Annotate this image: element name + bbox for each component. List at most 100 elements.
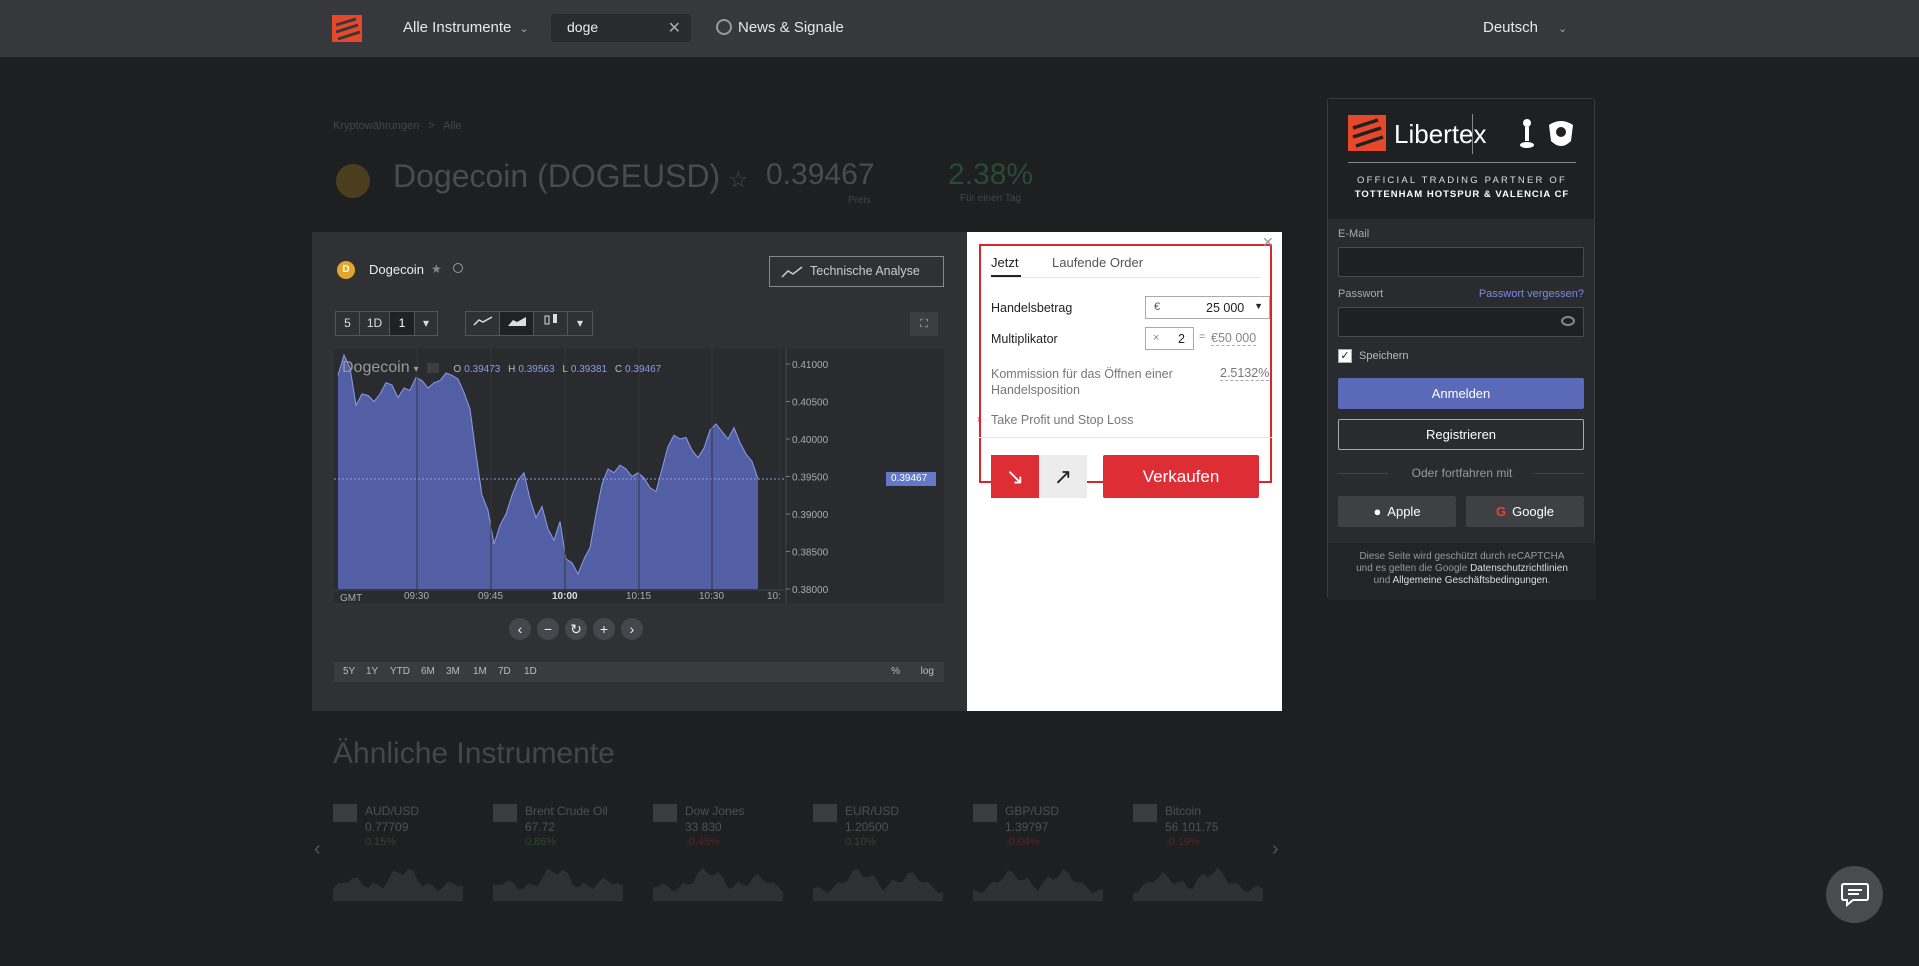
range-button[interactable]: 1D	[524, 666, 537, 677]
email-label: E-Mail	[1338, 228, 1370, 240]
x-tick-label: 10:	[767, 591, 781, 602]
sell-direction-button[interactable]: ↘	[991, 455, 1039, 498]
similar-instrument-card[interactable]: EUR/USD 1.20500 0.10%	[813, 804, 943, 904]
sparkline	[973, 869, 1103, 901]
close-icon[interactable]: ✕	[1262, 234, 1274, 251]
similar-instrument-card[interactable]: Dow Jones 33 830 -0.45%	[653, 804, 783, 904]
buy-direction-button[interactable]: ↗	[1039, 455, 1087, 498]
sell-button[interactable]: Verkaufen	[1103, 455, 1259, 498]
carousel-prev-icon[interactable]: ‹	[314, 838, 321, 861]
trend-chart-icon	[781, 266, 803, 278]
commission-value[interactable]: 2.5132%	[1220, 366, 1270, 381]
breadcrumb-all[interactable]: Alle	[443, 120, 461, 132]
chart-type-dropdown-icon[interactable]: ▾	[568, 312, 592, 335]
news-signals-link[interactable]: News & Signale	[716, 19, 844, 36]
zoom-out-icon[interactable]: −	[537, 618, 559, 640]
amount-select[interactable]: € 25 000 ▼	[1145, 296, 1270, 319]
google-login-button[interactable]: G Google	[1466, 496, 1584, 527]
range-button[interactable]: YTD	[390, 666, 410, 677]
candle-chart-icon[interactable]	[534, 312, 568, 335]
login-button[interactable]: Anmelden	[1338, 378, 1584, 409]
chevron-right-icon[interactable]: ›	[977, 414, 980, 425]
line-chart-icon[interactable]	[466, 312, 500, 335]
search-icon[interactable]	[453, 263, 463, 273]
chevron-down-icon[interactable]: ▾	[414, 364, 419, 375]
settings-square-icon[interactable]	[426, 363, 439, 373]
zoom-in-icon[interactable]: +	[593, 618, 615, 640]
technical-analysis-button[interactable]: Technische Analyse	[769, 256, 944, 287]
multiplier-label: Multiplikator	[991, 332, 1058, 346]
search-input[interactable]	[567, 19, 667, 35]
similar-change: -0.04%	[1005, 836, 1040, 848]
terms-link[interactable]: Allgemeine Geschäftsbedingungen	[1393, 575, 1548, 586]
similar-instrument-card[interactable]: Brent Crude Oil 67.72 0.86%	[493, 804, 623, 904]
carousel-next-icon[interactable]: ›	[1272, 838, 1279, 861]
chart-series-name[interactable]: Dogecoin	[342, 359, 410, 376]
period-dropdown-icon[interactable]: ▾	[415, 312, 437, 335]
remember-checkbox[interactable]: ✓	[1338, 349, 1352, 363]
email-field[interactable]	[1338, 247, 1584, 277]
fullscreen-icon[interactable]: ⛶	[910, 312, 938, 336]
search-box[interactable]: ✕	[551, 14, 691, 42]
multiplier-input[interactable]: × 2	[1145, 327, 1194, 350]
libertex-logo-icon[interactable]	[332, 15, 362, 42]
timezone-label: GMT	[340, 593, 362, 603]
area-chart-icon[interactable]	[500, 312, 534, 335]
range-button[interactable]: 3M	[446, 666, 460, 677]
chat-button[interactable]	[1826, 866, 1883, 923]
tab-now[interactable]: Jetzt	[991, 255, 1018, 270]
chart-prev-icon[interactable]: ‹	[509, 618, 531, 640]
password-field[interactable]	[1338, 307, 1584, 337]
highlight-box	[979, 244, 1272, 483]
chart-next-icon[interactable]: ›	[621, 618, 643, 640]
y-tick-label: 0.38000	[792, 585, 829, 596]
range-button[interactable]: 5Y	[343, 666, 355, 677]
instrument-name: Dogecoin	[369, 262, 424, 277]
favorite-star-icon[interactable]: ★	[431, 262, 442, 276]
range-button[interactable]: 6M	[421, 666, 435, 677]
similar-instrument-card[interactable]: Bitcoin 56 101.75 -0.19%	[1133, 804, 1263, 904]
privacy-policy-link[interactable]: Datenschutzrichtlinien	[1470, 563, 1568, 574]
instrument-flag-icon	[1133, 804, 1157, 822]
breadcrumb: Kryptowährungen > Alle	[333, 120, 462, 132]
range-button[interactable]: 7D	[498, 666, 511, 677]
period-1-button[interactable]: 1	[390, 312, 415, 335]
libertex-logo-icon	[1348, 115, 1386, 151]
language-label: Deutsch	[1483, 19, 1539, 36]
sparkline-area	[653, 867, 783, 901]
log-toggle[interactable]: log	[921, 666, 934, 677]
similar-price: 56 101.75	[1165, 820, 1219, 834]
similar-instrument-card[interactable]: AUD/USD 0.77709 0.15%	[333, 804, 463, 904]
show-password-icon[interactable]	[1561, 316, 1575, 326]
similar-change: -0.45%	[685, 836, 720, 848]
take-profit-stop-loss-toggle[interactable]: Take Profit und Stop Loss	[991, 413, 1133, 427]
similar-change: 0.15%	[365, 836, 397, 848]
apple-login-button[interactable]: ● Apple	[1338, 496, 1456, 527]
open-label: O	[453, 364, 462, 375]
trade-modal: D Dogecoin ★ Technische Analyse 5 1D 1 ▾…	[312, 232, 1282, 711]
price-chart[interactable]: 0.41000 0.40500 0.40000 0.39500 0.39000 0.385…	[334, 349, 944, 603]
breadcrumb-crypto[interactable]: Kryptowährungen	[333, 120, 419, 132]
top-navigation-bar: Alle Instrumente ⌄ ✕ News & Signale Deuts…	[0, 0, 1919, 57]
sparkline-area	[813, 868, 943, 901]
range-button[interactable]: 1M	[473, 666, 487, 677]
tab-pending-orders[interactable]: Laufende Order	[1052, 255, 1143, 270]
language-selector[interactable]: Deutsch ⌄	[1483, 19, 1567, 36]
all-instruments-label: Alle Instrumente	[403, 19, 512, 36]
clear-search-icon[interactable]: ✕	[668, 18, 681, 38]
equals-symbol: =	[1199, 331, 1206, 343]
google-label: Google	[1512, 504, 1555, 519]
open-value: 0.39473	[464, 364, 501, 375]
percent-toggle[interactable]: %	[891, 666, 900, 677]
register-button[interactable]: Registrieren	[1338, 419, 1584, 450]
chart-pane: D Dogecoin ★ Technische Analyse 5 1D 1 ▾…	[312, 232, 967, 711]
similar-instrument-card[interactable]: GBP/USD 1.39797 -0.04%	[973, 804, 1103, 904]
range-button[interactable]: 1Y	[366, 666, 378, 677]
favorite-star-icon[interactable]: ☆	[728, 167, 748, 192]
forgot-password-link[interactable]: Passwort vergessen?	[1479, 288, 1584, 300]
period-5-button[interactable]: 5	[336, 312, 360, 335]
reset-zoom-icon[interactable]: ↻	[565, 618, 587, 640]
instrument-flag-icon	[333, 804, 357, 822]
period-1d-button[interactable]: 1D	[360, 312, 390, 335]
all-instruments-dropdown[interactable]: Alle Instrumente ⌄	[403, 19, 529, 36]
